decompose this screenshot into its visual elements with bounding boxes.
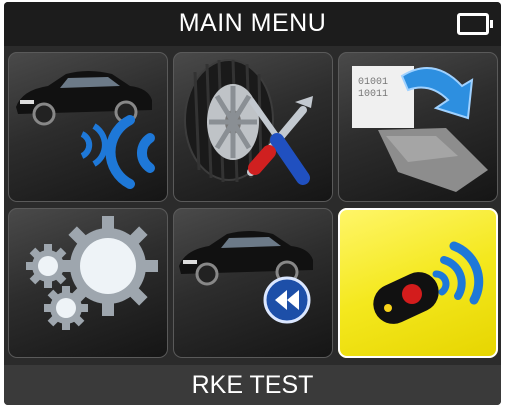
- menu-tile-rke-test[interactable]: [338, 208, 498, 358]
- car-rewind-icon: [179, 231, 313, 324]
- status-bar: RKE TEST: [4, 365, 501, 405]
- svg-text:10011: 10011: [358, 89, 388, 100]
- selected-function-label: RKE TEST: [191, 371, 314, 399]
- menu-tile-settings[interactable]: [8, 208, 168, 358]
- sensor-download-icon: 01001 10011: [352, 66, 488, 192]
- menu-tile-tpms-check[interactable]: [8, 52, 168, 202]
- battery-icon: [457, 13, 493, 35]
- menu-tile-relearn[interactable]: [173, 208, 333, 358]
- main-menu-grid: 01001 10011: [8, 52, 498, 364]
- device-screen: MAIN MENU 01001 10011 RKE TEST: [4, 2, 501, 405]
- gears-icon: [26, 216, 158, 330]
- title-bar: MAIN MENU: [4, 2, 501, 46]
- key-fob-signal-icon: [373, 241, 484, 324]
- svg-text:01001: 01001: [358, 77, 388, 88]
- page-title: MAIN MENU: [178, 9, 327, 37]
- menu-tile-service[interactable]: [173, 52, 333, 202]
- car-sensor-signal-icon: [16, 71, 155, 189]
- menu-tile-programming[interactable]: 01001 10011: [338, 52, 498, 202]
- tire-tools-icon: [184, 59, 313, 185]
